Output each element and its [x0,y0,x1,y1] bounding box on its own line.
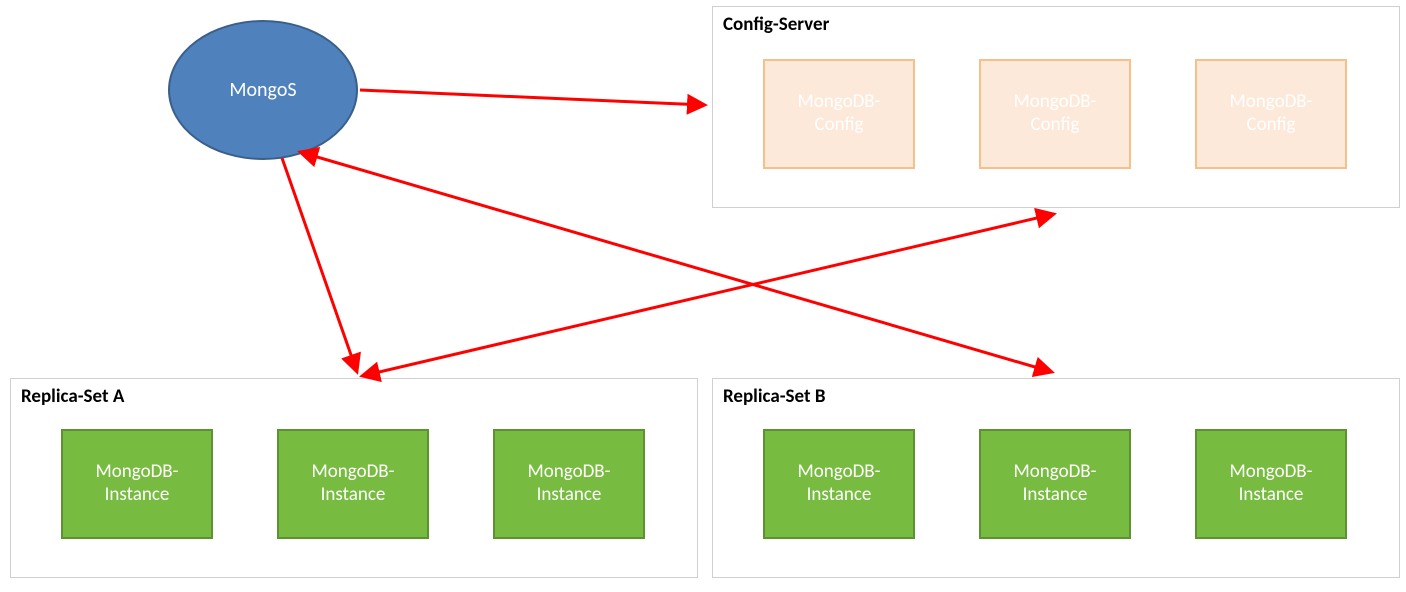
config-node: MongoDB- Config [763,59,915,169]
mongos-router: MongoS [168,20,358,160]
replica-set-b-container: Replica-Set B MongoDB- Instance MongoDB-… [712,378,1400,578]
replica-b-node: MongoDB- Instance [1195,429,1347,539]
replica-b-node: MongoDB- Instance [763,429,915,539]
replica-a-node: MongoDB- Instance [277,429,429,539]
arrow-mongos-to-replica-a [282,158,357,372]
replica-node-label: MongoDB- Instance [798,461,881,507]
config-server-title: Config-Server [723,13,829,36]
config-node: MongoDB- Config [979,59,1131,169]
replica-node-label: MongoDB- Instance [96,461,179,507]
config-node-label: MongoDB- Config [1230,91,1313,137]
replica-node-label: MongoDB- Instance [1014,461,1097,507]
replica-set-a-title: Replica-Set A [21,385,124,408]
config-node-label: MongoDB- Config [798,91,881,137]
replica-node-label: MongoDB- Instance [312,461,395,507]
config-node: MongoDB- Config [1195,59,1347,169]
replica-a-node: MongoDB- Instance [61,429,213,539]
replica-node-label: MongoDB- Instance [1230,461,1313,507]
arrow-replica-a-to-config [362,214,1054,376]
replica-set-a-container: Replica-Set A MongoDB- Instance MongoDB-… [10,378,698,578]
replica-b-node: MongoDB- Instance [979,429,1131,539]
replica-a-node: MongoDB- Instance [493,429,645,539]
config-server-container: Config-Server MongoDB- Config MongoDB- C… [712,6,1400,208]
mongos-label: MongoS [229,78,296,102]
replica-set-b-title: Replica-Set B [723,385,826,408]
config-node-label: MongoDB- Config [1014,91,1097,137]
arrow-mongos-to-config [360,90,705,105]
replica-node-label: MongoDB- Instance [528,461,611,507]
